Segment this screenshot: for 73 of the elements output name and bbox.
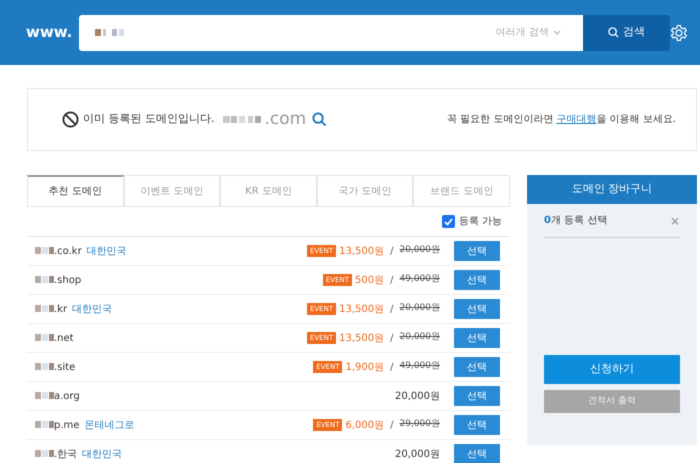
original-price: 20,000원 (400, 244, 440, 258)
price-separator: / (390, 332, 394, 346)
price: 20,000원 (395, 390, 440, 404)
search-icon[interactable] (312, 112, 328, 127)
country-label: 대한민국 (82, 448, 122, 462)
blurred-text-drawing (35, 246, 54, 256)
price-separator: / (390, 418, 394, 432)
country-label: 몬테네그로 (84, 418, 134, 432)
domain-tab[interactable]: KR 도메인 (220, 175, 317, 206)
cart-count: 0개 등록 선택 (544, 214, 608, 228)
original-price: 20,000원 (400, 302, 440, 316)
blurred-text-drawing (35, 449, 54, 458)
sale-price: 1,900원 (345, 360, 384, 374)
apply-button[interactable]: 신청하기 (544, 355, 680, 384)
blurred-text-drawing (35, 275, 54, 284)
blurred-text-drawing (35, 362, 54, 372)
domain-name: .net (54, 332, 74, 346)
country-label: 대한민국 (72, 302, 112, 316)
price: 20,000원 (395, 448, 440, 462)
select-button[interactable]: 선택 (454, 328, 500, 348)
domain-name: .shop (54, 274, 82, 288)
price-separator: / (390, 360, 394, 374)
domain-tab[interactable]: 브랜드 도메인 (413, 175, 510, 206)
sale-price: 6,000원 (345, 418, 384, 432)
blocked-icon (62, 111, 79, 128)
domain-name: .kr (54, 302, 68, 316)
original-price: 20,000원 (400, 331, 440, 344)
checkbox-label: 등록 가능 (458, 215, 502, 229)
sale-price: 13,500원 (339, 302, 384, 316)
sale-price: 13,500원 (339, 244, 384, 258)
domain-name: .site (54, 360, 76, 374)
already-registered-message: 이미 등록된 도메인입니다. (83, 111, 214, 128)
price-separator: / (390, 302, 394, 316)
blurred-text-drawing (35, 304, 54, 314)
print-quote-button[interactable]: 견적서 출력 (544, 390, 680, 413)
blurred-text-drawing (35, 420, 54, 430)
select-button[interactable]: 선택 (454, 357, 500, 377)
select-button[interactable]: 선택 (454, 444, 500, 463)
purchase-agent-link[interactable]: 구매대행 (556, 114, 596, 125)
search-icon (608, 27, 620, 38)
domain-tab[interactable]: 이벤트 도메인 (124, 175, 220, 206)
sale-price: 500원 (355, 274, 384, 288)
domain-name: .co.kr (54, 244, 82, 258)
select-button[interactable]: 선택 (454, 299, 500, 319)
settings-icon[interactable] (670, 24, 688, 42)
select-button[interactable]: 선택 (454, 241, 500, 261)
domain-suffix: .com (264, 108, 306, 131)
domain-tab[interactable]: 추천 도메인 (27, 175, 124, 206)
cart-title: 도메인 장바구니 (527, 175, 697, 204)
select-button[interactable]: 선택 (454, 415, 500, 435)
price-separator: / (390, 274, 394, 288)
available-checkbox[interactable] (442, 215, 455, 228)
domain-name: p.me (54, 418, 80, 432)
domain-name: .한국 (54, 448, 78, 462)
original-price: 49,000원 (400, 273, 440, 286)
search-field[interactable]: 여러개 검색 (79, 14, 583, 50)
select-button[interactable]: 선택 (454, 270, 500, 290)
domain-tab[interactable]: 국가 도메인 (316, 175, 414, 206)
search-mode-dropdown[interactable]: 여러개 검색 (490, 24, 567, 41)
domain-name: a.org (54, 390, 80, 404)
close-button[interactable]: × (670, 212, 680, 230)
purchase-agent-hint: 꼭 필요한 도메인이라면 구매대행을 이용해 보세요. (446, 113, 676, 127)
sale-price: 13,500원 (339, 332, 384, 346)
search-button[interactable]: 검색 (582, 14, 670, 50)
chevron-down-icon (552, 30, 561, 35)
price-separator: / (390, 244, 394, 258)
www-label: www. (26, 22, 74, 44)
blurred-text-drawing (35, 391, 54, 400)
original-price: 29,000원 (400, 418, 440, 432)
blurred-text-drawing (35, 333, 54, 342)
country-label: 대한민국 (86, 244, 127, 258)
original-price: 49,000원 (400, 360, 440, 374)
select-button[interactable]: 선택 (454, 386, 500, 406)
